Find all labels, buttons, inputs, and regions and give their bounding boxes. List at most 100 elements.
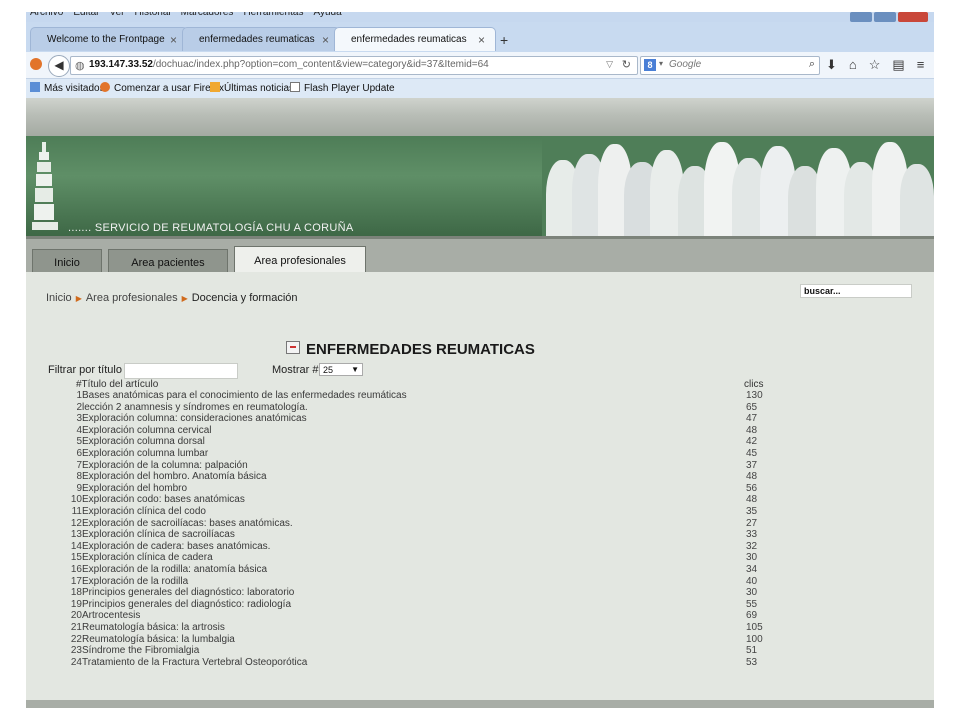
- display-count-select[interactable]: 25 ▼: [319, 363, 363, 376]
- article-link[interactable]: Artrocentesis: [82, 610, 140, 621]
- url-bar[interactable]: ◍ 193.147.33.52/dochuac/index.php?option…: [70, 56, 638, 75]
- display-count-label: Mostrar #: [272, 364, 319, 376]
- column-header-title[interactable]: #Título del artículo: [76, 379, 158, 390]
- article-link[interactable]: Reumatología básica: la artrosis: [82, 622, 225, 633]
- article-link[interactable]: Exploración de la rodilla: anatomía bási…: [82, 564, 267, 575]
- close-icon[interactable]: ×: [478, 33, 485, 47]
- header-band: [26, 98, 934, 136]
- menu-item[interactable]: Ver: [109, 12, 124, 18]
- bookmark-item[interactable]: Comenzar a usar Firefox: [100, 82, 224, 94]
- article-number: 22: [70, 633, 82, 645]
- article-link[interactable]: Exploración de cadera: bases anatómicas.: [82, 541, 270, 552]
- article-link[interactable]: Exploración clínica de cadera: [82, 552, 213, 563]
- google-icon[interactable]: 8: [644, 59, 656, 71]
- close-icon[interactable]: ×: [170, 33, 177, 47]
- table-row: 15 Exploración clínica de cadera 30: [26, 552, 934, 564]
- article-link[interactable]: Reumatología básica: la lumbalgia: [82, 634, 235, 645]
- article-number: 12: [70, 517, 82, 529]
- table-row: 4 Exploración columna cervical 48: [26, 425, 934, 437]
- menu-item[interactable]: Ayuda: [313, 12, 341, 18]
- table-row: 7 Exploración de la columna: palpación 37: [26, 460, 934, 472]
- article-link[interactable]: Exploración clínica de sacroilíacas: [82, 529, 235, 540]
- search-icon[interactable]: ⌕: [809, 58, 815, 71]
- article-clicks: 65: [746, 401, 758, 413]
- article-number: 17: [70, 575, 82, 587]
- minimize-button[interactable]: [850, 12, 872, 22]
- menu-item[interactable]: Herramientas: [243, 12, 303, 18]
- bookmarks-list-icon[interactable]: ▤: [892, 57, 904, 73]
- maximize-button[interactable]: [874, 12, 896, 22]
- bookmark-star-icon[interactable]: ☆: [869, 57, 881, 73]
- browser-tab-active[interactable]: enfermedades reumaticas ×: [334, 27, 496, 51]
- bookmark-item[interactable]: Últimas noticias: [210, 82, 294, 94]
- filter-label: Filtrar por título: [48, 364, 122, 376]
- article-link[interactable]: Exploración clínica del codo: [82, 506, 206, 517]
- firefox-icon[interactable]: [30, 58, 42, 70]
- bookmark-item[interactable]: Más visitados: [30, 82, 105, 94]
- article-link[interactable]: Síndrome the Fibromialgia: [82, 645, 199, 656]
- table-row: 6 Exploración columna lumbar 45: [26, 448, 934, 460]
- article-number: 15: [70, 552, 82, 564]
- menu-icon[interactable]: ≡: [917, 57, 925, 73]
- article-clicks: 105: [746, 622, 763, 633]
- browser-window: Archivo Editar Ver Historial Marcadores Herra…: [26, 12, 934, 708]
- article-link[interactable]: Exploración de la columna: palpación: [82, 460, 248, 471]
- chevron-down-icon[interactable]: ▾: [659, 59, 663, 68]
- article-link[interactable]: Exploración de sacroilíacas: bases anató…: [82, 518, 293, 529]
- article-link[interactable]: Exploración de la rodilla: [82, 576, 188, 587]
- article-number: 19: [70, 598, 82, 610]
- bookmark-item[interactable]: Flash Player Update: [290, 82, 395, 94]
- article-link[interactable]: Exploración del hombro: [82, 483, 187, 494]
- main-content: Inicio ▶ Area profesionales ▶ Docencia y for…: [26, 272, 934, 708]
- site-search-input[interactable]: buscar...: [800, 284, 912, 298]
- article-number: 24: [70, 656, 82, 668]
- site-title: ....... SERVICIO DE REUMATOLOGÍA CHU A C…: [68, 222, 354, 234]
- article-link[interactable]: Exploración del hombro. Anatomía básica: [82, 471, 267, 482]
- browser-tab[interactable]: enfermedades reumaticas ×: [182, 27, 340, 51]
- download-icon[interactable]: ⬇: [826, 57, 837, 73]
- home-icon[interactable]: ⌂: [849, 57, 857, 73]
- column-header-clicks[interactable]: clics: [744, 379, 763, 390]
- article-link[interactable]: Exploración columna: consideraciones ana…: [82, 413, 307, 424]
- browser-tab[interactable]: Welcome to the Frontpage ×: [30, 27, 188, 51]
- menu-item[interactable]: Editar: [73, 12, 99, 18]
- dropdown-arrow-icon[interactable]: ▽: [606, 59, 613, 70]
- close-window-button[interactable]: [898, 12, 928, 22]
- article-clicks: 30: [746, 552, 758, 564]
- table-row: 14 Exploración de cadera: bases anatómica…: [26, 541, 934, 553]
- close-icon[interactable]: ×: [322, 33, 329, 47]
- menu-item[interactable]: Historial: [135, 12, 171, 18]
- article-link[interactable]: Bases anatómicas para el conocimiento de…: [82, 390, 407, 401]
- search-bar[interactable]: 8 ▾ Google ⌕: [640, 56, 820, 75]
- breadcrumb-link[interactable]: Inicio: [46, 292, 72, 304]
- back-button[interactable]: ◀: [48, 55, 70, 77]
- article-clicks: 53: [746, 656, 758, 668]
- footer-strip: [26, 700, 934, 708]
- tab-label: enfermedades reumaticas: [351, 34, 467, 45]
- article-link[interactable]: Exploración columna dorsal: [82, 436, 205, 447]
- article-link[interactable]: Exploración columna lumbar: [82, 448, 208, 459]
- breadcrumb-separator-icon: ▶: [75, 294, 82, 303]
- menu-item[interactable]: Marcadores: [181, 12, 234, 18]
- breadcrumb: Inicio ▶ Area profesionales ▶ Docencia y for…: [46, 292, 298, 304]
- article-link[interactable]: Exploración columna cervical: [82, 425, 212, 436]
- breadcrumb-separator-icon: ▶: [181, 294, 188, 303]
- article-clicks: 55: [746, 598, 758, 610]
- nav-tab-area-profesionales[interactable]: Area profesionales: [234, 246, 366, 275]
- article-link[interactable]: Principios generales del diagnóstico: ra…: [82, 599, 291, 610]
- new-tab-icon[interactable]: +: [500, 32, 508, 48]
- navigation-bar: ◀ ◍ 193.147.33.52/dochuac/index.php?opti…: [26, 52, 934, 79]
- article-link[interactable]: lección 2 anamnesis y síndromes en reuma…: [82, 402, 308, 413]
- article-clicks: 100: [746, 633, 763, 645]
- table-row: 9 Exploración del hombro 56: [26, 483, 934, 495]
- reload-icon[interactable]: ↻: [622, 58, 631, 71]
- article-link[interactable]: Exploración codo: bases anatómicas: [82, 494, 245, 505]
- menu-item[interactable]: Archivo: [30, 12, 63, 18]
- article-link[interactable]: Tratamiento de la Fractura Vertebral Ost…: [82, 657, 307, 668]
- article-clicks: 42: [746, 436, 758, 448]
- tab-label: enfermedades reumaticas: [199, 34, 315, 45]
- article-link[interactable]: Principios generales del diagnóstico: la…: [82, 587, 294, 598]
- filter-title-input[interactable]: [124, 363, 238, 379]
- globe-icon: ◍: [75, 60, 85, 72]
- breadcrumb-link[interactable]: Area profesionales: [86, 292, 178, 304]
